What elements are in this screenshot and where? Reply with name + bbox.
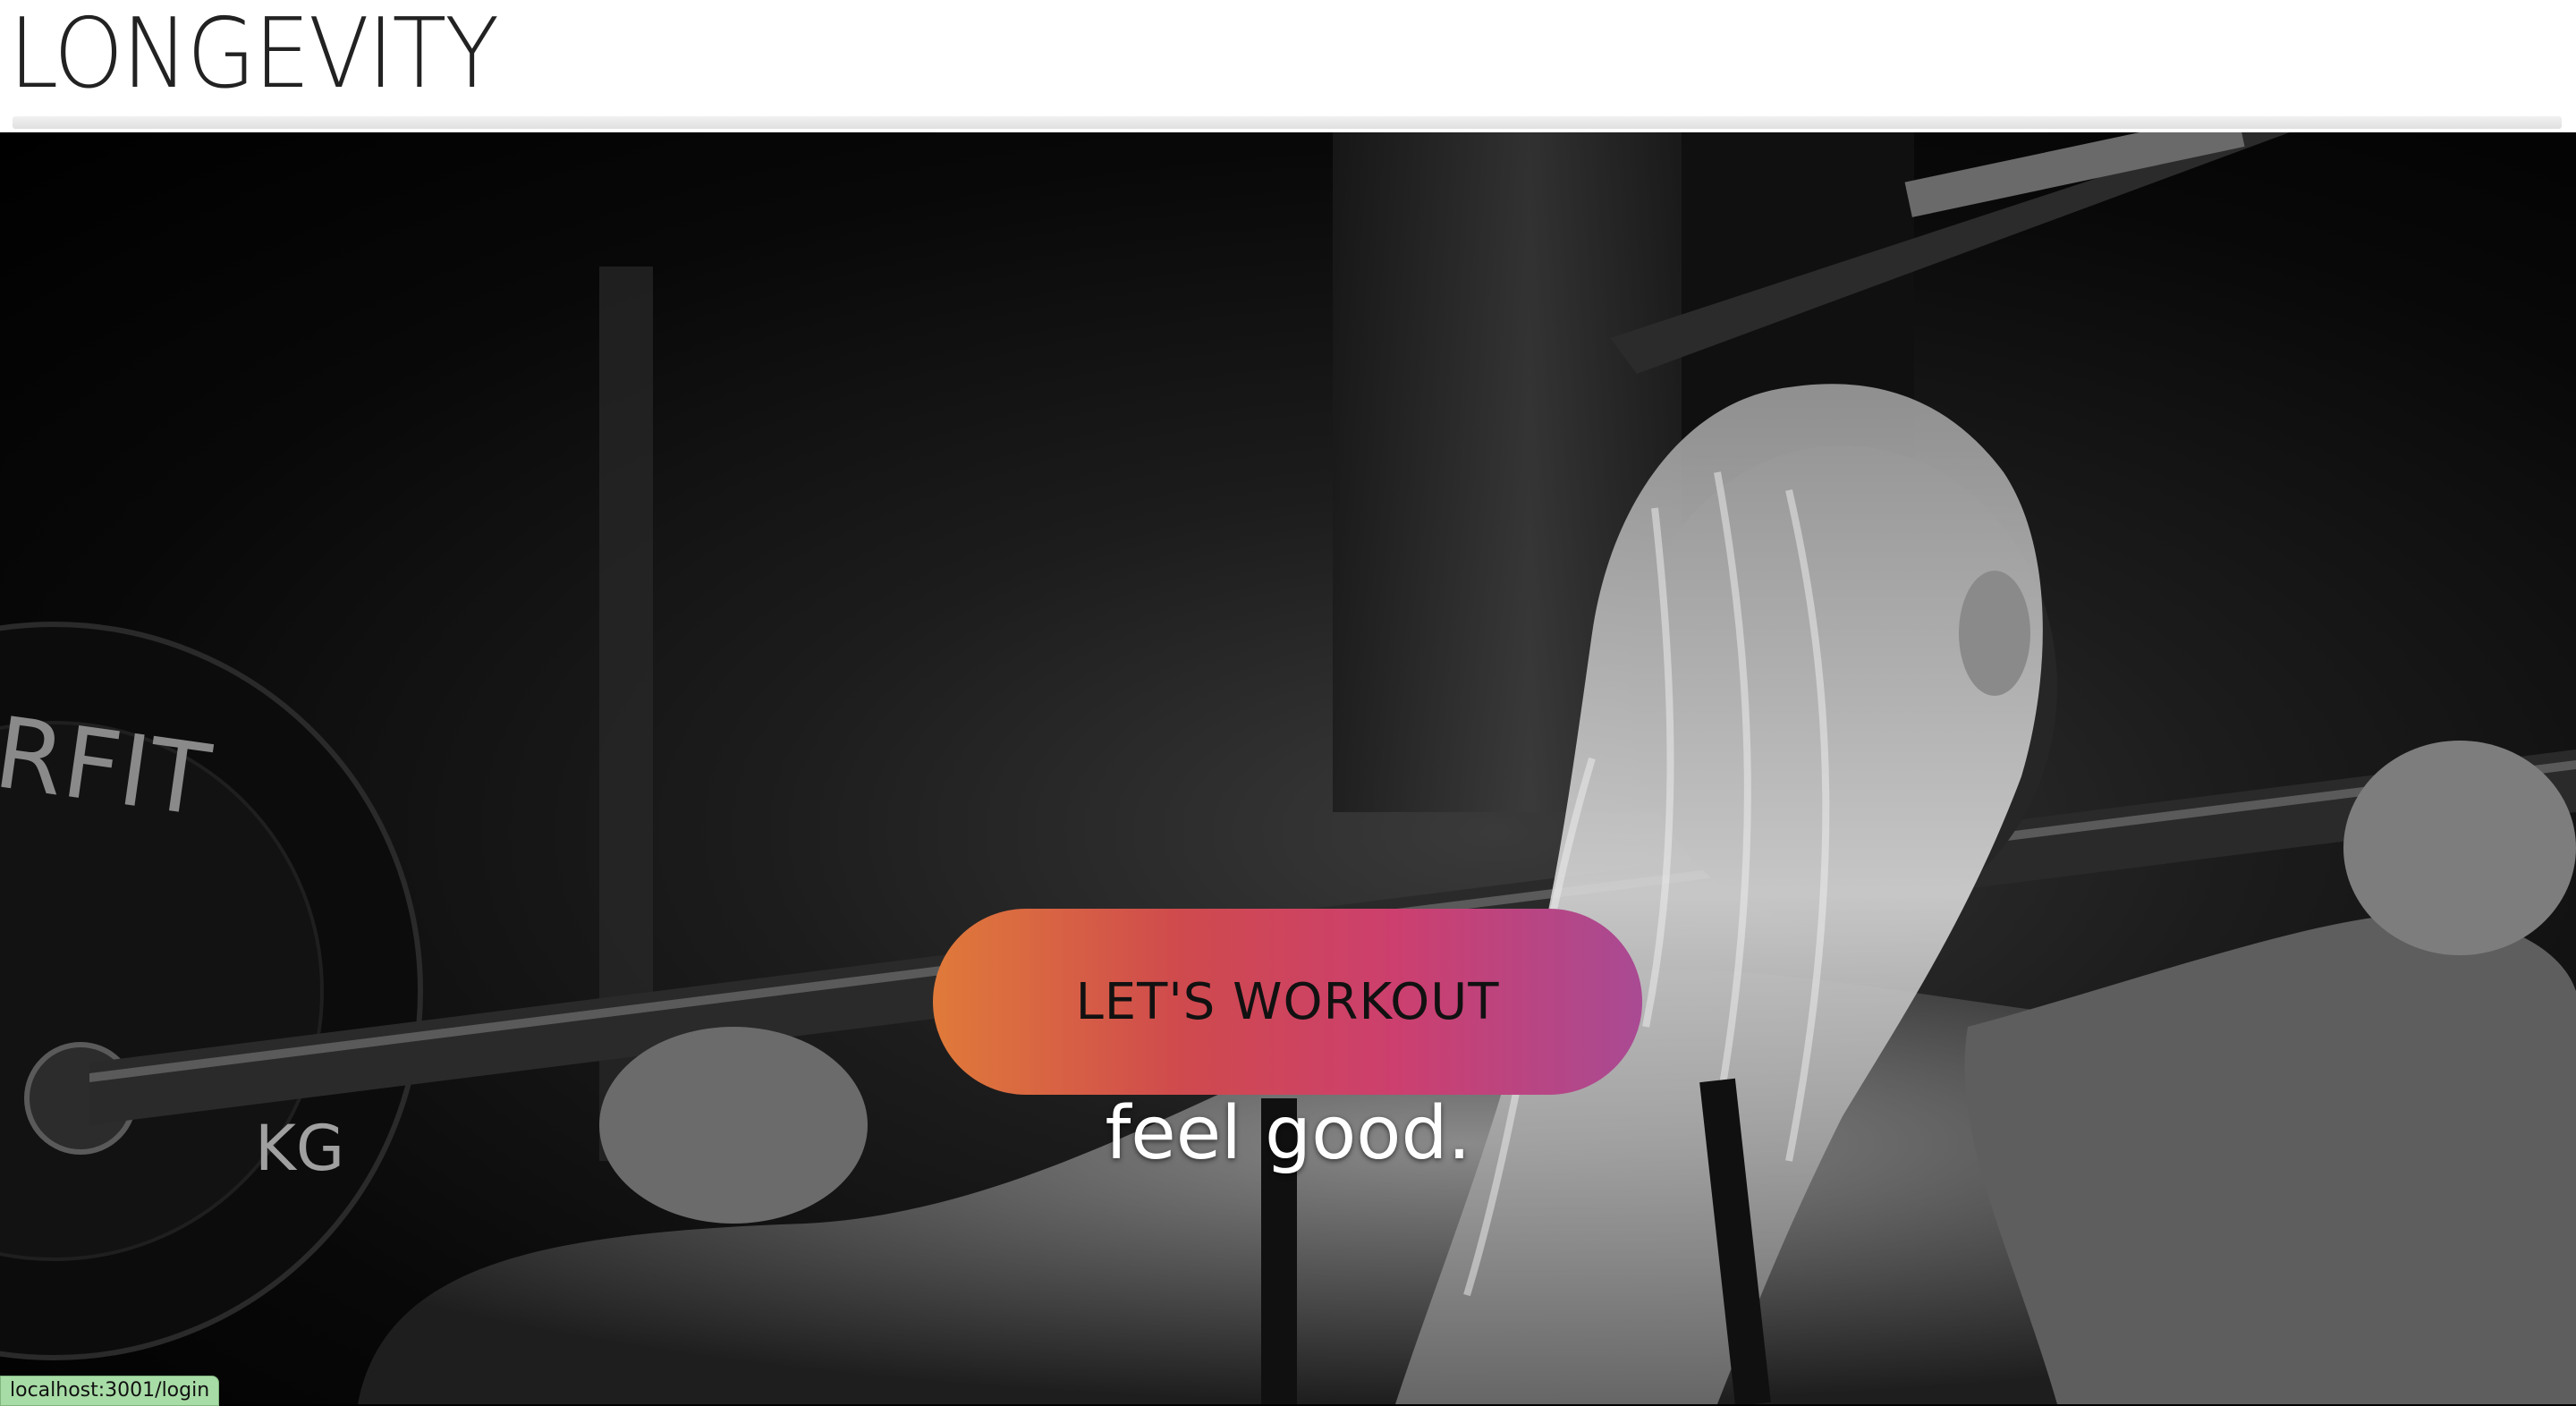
hero-background-image: RFIT KG <box>0 132 2576 1404</box>
site-header: LONGEVITY <box>0 0 2576 132</box>
hero-section: RFIT KG LET'S WORKOUT feel good. <box>0 132 2576 1404</box>
header-divider <box>13 116 2562 129</box>
hero-tagline: feel good. <box>1105 1091 1471 1176</box>
status-bar-link-url: localhost:3001/login <box>0 1376 220 1406</box>
site-logo[interactable]: LONGEVITY <box>9 5 499 104</box>
lets-workout-button[interactable]: LET'S WORKOUT <box>933 909 1642 1095</box>
